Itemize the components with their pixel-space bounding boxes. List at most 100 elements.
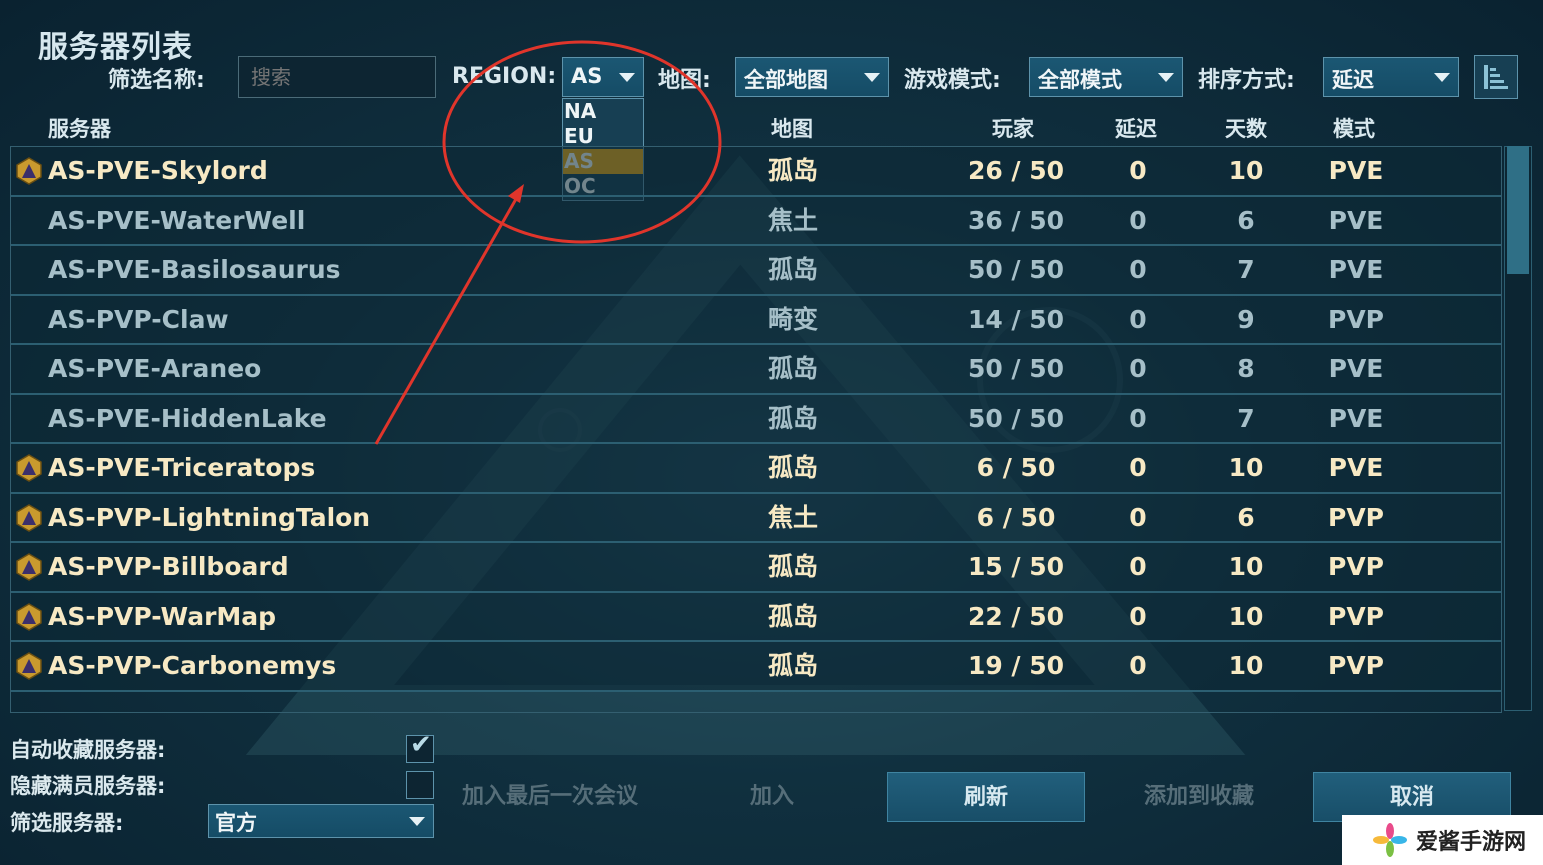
server-name: AS-PVE-Skylord [48,156,268,185]
region-option-na[interactable]: NA [563,99,643,124]
server-players: 19 / 50 [967,651,1065,680]
server-ping: 0 [1129,453,1147,482]
server-row[interactable]: AS-PVE-WaterWell 焦土 36 / 50 0 6 PVE [11,196,1501,246]
server-ping: 0 [1129,552,1147,581]
server-row[interactable]: AS-PVE-Skylord 孤岛 26 / 50 0 10 PVE [11,147,1501,197]
server-mode: PVE [1328,205,1384,235]
server-map: 孤岛 [767,354,818,383]
watermark-text: 爱酱手游网 [1416,830,1527,855]
chevron-down-icon [409,817,425,826]
server-map: 孤岛 [767,255,818,284]
server-mode: PVE [1328,156,1384,185]
column-header-map[interactable]: 地图 [771,113,813,143]
server-ping: 0 [1129,502,1147,532]
filter-server-label: 筛选服务器: [10,811,124,835]
sort-label: 排序方式: [1198,68,1295,93]
server-name: AS-PVE-Araneo [48,354,262,383]
column-header-players[interactable]: 玩家 [992,113,1034,143]
server-row[interactable]: AS-PVP-Carbonemys 孤岛 19 / 50 0 10 PVP [11,642,1501,692]
auto-favorite-checkbox[interactable]: ✔ [406,730,434,763]
pinwheel-logo-icon [1373,823,1407,857]
server-days: 6 [1237,205,1255,235]
refresh-button[interactable]: 刷新 [887,772,1085,822]
server-players: 26 / 50 [967,156,1065,185]
map-select[interactable]: 全部地图 [735,57,889,97]
game-mode-label: 游戏模式: [904,68,1001,93]
game-mode-select[interactable]: 全部模式 [1029,57,1183,97]
hide-full-checkbox[interactable] [406,771,434,799]
server-mode: PVP [1328,502,1384,532]
sort-select-value: 延迟 [1332,68,1374,92]
server-map: 孤岛 [767,552,818,581]
server-ping: 0 [1129,601,1147,631]
server-row[interactable]: AS-PVP-Billboard 孤岛 15 / 50 0 10 PVP [11,543,1501,593]
column-header-server[interactable]: 服务器 [48,113,111,143]
server-row[interactable]: AS-PVP-Claw 畸变 14 / 50 0 9 PVP [11,295,1501,345]
view-toggle-button[interactable] [1474,55,1518,99]
add-to-favorites-button[interactable]: 添加到收藏 [1125,772,1273,822]
scrollbar-thumb[interactable] [1507,146,1529,274]
official-server-badge-icon [16,157,42,185]
server-days: 10 [1228,453,1264,482]
hide-full-label: 隐藏满员服务器: [10,774,166,798]
server-map: 畸变 [767,304,818,334]
region-select-value: AS [571,64,603,88]
server-name: AS-PVP-Carbonemys [48,651,337,680]
official-server-badge-icon [16,553,42,581]
filter-server-select[interactable]: 官方 [208,804,434,838]
column-header-days[interactable]: 天数 [1225,113,1267,143]
server-row[interactable]: AS-PVE-Triceratops 孤岛 6 / 50 0 10 PVE [11,444,1501,494]
server-days: 7 [1237,403,1255,433]
server-name: AS-PVP-Claw [48,304,229,334]
server-row[interactable]: AS-PVE-Araneo 孤岛 50 / 50 0 8 PVE [11,345,1501,395]
server-row[interactable]: AS-PVE-Basilosaurus 孤岛 50 / 50 0 7 PVE [11,246,1501,296]
server-players: 14 / 50 [967,304,1065,334]
server-mode: PVP [1328,304,1384,334]
server-days: 8 [1237,354,1255,383]
server-mode: PVP [1328,552,1384,581]
server-row[interactable]: AS-PVP-LightningTalon 焦土 6 / 50 0 6 PVP [11,493,1501,543]
official-server-badge-icon [16,652,42,680]
column-header-ping[interactable]: 延迟 [1115,113,1157,143]
chevron-down-icon [864,73,880,82]
chevron-down-icon [619,73,635,82]
server-players: 22 / 50 [967,601,1065,631]
server-ping: 0 [1129,156,1147,185]
server-map: 焦土 [767,205,818,235]
sort-select[interactable]: 延迟 [1323,57,1459,97]
page-title: 服务器列表 [38,30,193,65]
map-filter-label: 地图: [658,68,711,93]
server-name: AS-PVE-WaterWell [48,205,306,235]
official-server-badge-icon [16,503,42,532]
server-days: 7 [1237,255,1255,284]
server-players: 50 / 50 [967,403,1065,433]
server-mode: PVE [1328,403,1384,433]
column-header-mode[interactable]: 模式 [1333,113,1375,143]
server-days: 10 [1228,601,1264,631]
search-input[interactable] [238,56,436,98]
server-name: AS-PVE-HiddenLake [48,403,327,433]
watermark: 爱酱手游网 [1342,815,1543,865]
server-row[interactable]: AS-PVE-HiddenLake 孤岛 50 / 50 0 7 PVE [11,394,1501,444]
list-view-icon [1484,65,1508,89]
server-row[interactable]: AS-PVP-WarMap 孤岛 22 / 50 0 10 PVP [11,592,1501,642]
official-server-badge-icon [16,454,42,482]
map-select-value: 全部地图 [744,68,828,92]
auto-favorite-label: 自动收藏服务器: [10,738,166,762]
server-name: AS-PVP-WarMap [48,601,277,631]
join-last-session-button[interactable]: 加入最后一次会议 [455,772,645,822]
server-players: 36 / 50 [967,205,1065,235]
join-button[interactable]: 加入 [730,772,814,822]
server-name: AS-PVE-Triceratops [48,453,316,482]
server-ping: 0 [1129,255,1147,284]
server-days: 9 [1237,304,1255,334]
name-filter-label: 筛选名称: [108,68,205,93]
server-players: 6 / 50 [976,502,1056,532]
server-map: 孤岛 [767,156,818,185]
server-days: 10 [1228,651,1264,680]
server-name: AS-PVE-Basilosaurus [48,255,341,284]
official-server-badge-icon [16,602,42,631]
chevron-down-icon [1158,73,1174,82]
checkmark-icon: ✔ [410,730,432,760]
region-select[interactable]: AS [562,57,644,97]
